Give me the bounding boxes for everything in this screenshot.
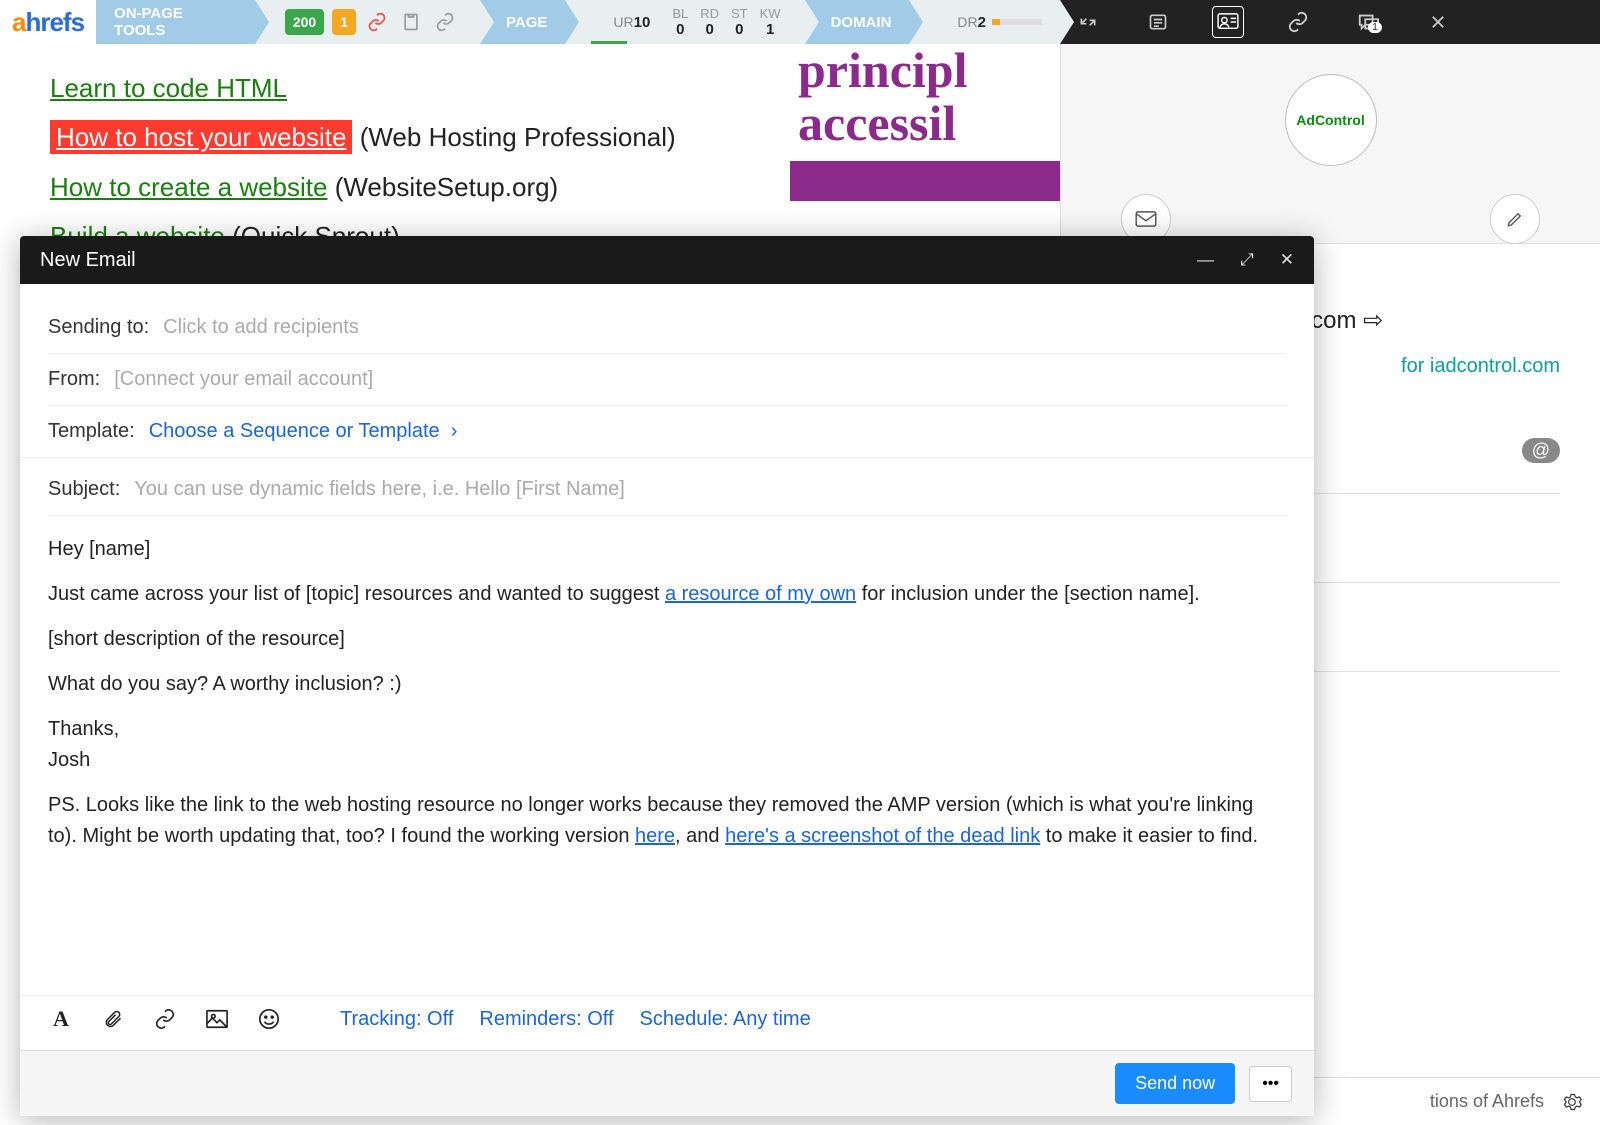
dr-label: DR xyxy=(957,14,977,30)
window-controls: — ⤢ ✕ xyxy=(1197,250,1294,270)
body-link-here[interactable]: here xyxy=(635,825,675,847)
contact-card-icon[interactable] xyxy=(1212,6,1244,38)
sending-to-row[interactable]: Sending to: Click to add recipients xyxy=(48,302,1286,354)
top-toolbar: ahrefs ON-PAGE TOOLS 200 1 PAGE UR10 BL0… xyxy=(0,0,1600,44)
emoji-icon[interactable] xyxy=(256,1006,282,1032)
onpage-tools-tab[interactable]: ON-PAGE TOOLS xyxy=(96,0,255,44)
body-p2: Just came across your list of [topic] re… xyxy=(48,579,1286,610)
stat-st: ST0 xyxy=(731,6,748,38)
email-pill[interactable]: @ xyxy=(1522,438,1560,463)
subject-row[interactable]: Subject: You can use dynamic fields here… xyxy=(48,464,1286,516)
format-toolbar: A Tracking: Off Reminders: Off Schedule:… xyxy=(20,995,1314,1050)
ahrefs-logo[interactable]: ahrefs xyxy=(0,7,96,38)
ur-value: 10 xyxy=(634,14,651,31)
image-icon[interactable] xyxy=(204,1006,230,1032)
body-p6: PS. Looks like the link to the web hosti… xyxy=(48,790,1286,852)
badge-200: 200 xyxy=(285,9,324,35)
toolbar-left: ahrefs ON-PAGE TOOLS 200 1 PAGE UR10 BL0… xyxy=(0,0,1060,44)
compress-icon[interactable] xyxy=(1072,6,1104,38)
onpage-stats-segment: 200 1 xyxy=(255,0,480,44)
gear-icon[interactable] xyxy=(1562,1092,1582,1112)
from-placeholder: [Connect your email account] xyxy=(114,368,373,391)
status-right: tions of Ahrefs xyxy=(1430,1091,1544,1112)
sending-to-label: Sending to: xyxy=(48,316,149,339)
link-2[interactable]: How to create a website xyxy=(50,172,327,202)
toolbar-right: 1 xyxy=(1060,0,1600,44)
reminders-toggle[interactable]: Reminders: Off xyxy=(479,1008,613,1031)
link-icon[interactable] xyxy=(432,9,458,35)
chain-icon[interactable] xyxy=(1282,6,1314,38)
broken-link-icon[interactable] xyxy=(364,9,390,35)
clipboard-icon[interactable] xyxy=(398,9,424,35)
expand-icon[interactable]: ⤢ xyxy=(1240,250,1254,270)
composer-titlebar[interactable]: New Email — ⤢ ✕ xyxy=(20,236,1314,284)
dr-bar xyxy=(992,19,1042,25)
composer-footer: Send now ••• xyxy=(20,1050,1314,1116)
chat-badge: 1 xyxy=(1368,22,1382,33)
subject-wrap: Subject: You can use dynamic fields here… xyxy=(20,458,1314,516)
composer-body[interactable]: Hey [name] Just came across your list of… xyxy=(20,516,1314,995)
domain-stats-segment: DR2 xyxy=(909,0,1060,44)
side-banner: principl accessil xyxy=(790,44,1060,224)
dr-value: 2 xyxy=(978,14,986,31)
body-p1: Hey [name] xyxy=(48,534,1286,565)
template-label: Template: xyxy=(48,420,135,443)
list-icon[interactable] xyxy=(1142,6,1174,38)
body-p3: [short description of the resource] xyxy=(48,624,1286,655)
tracking-toggle[interactable]: Tracking: Off xyxy=(340,1008,453,1031)
from-row[interactable]: From: [Connect your email account] xyxy=(48,354,1286,406)
badge-1: 1 xyxy=(332,9,356,35)
contact-header: AdControl xyxy=(1061,44,1600,244)
link-1[interactable]: How to host your website xyxy=(50,120,352,154)
body-p5: Thanks,Josh xyxy=(48,714,1286,776)
chat-icon[interactable]: 1 xyxy=(1352,6,1384,38)
more-button[interactable]: ••• xyxy=(1249,1066,1292,1102)
sending-to-placeholder: Click to add recipients xyxy=(163,316,359,339)
ur-label: UR xyxy=(613,14,633,30)
from-label: From: xyxy=(48,368,100,391)
attachment-icon[interactable] xyxy=(100,1006,126,1032)
domain-link[interactable]: for iadcontrol.com xyxy=(1401,355,1560,377)
composer-fields: Sending to: Click to add recipients From… xyxy=(20,284,1314,457)
link-0[interactable]: Learn to code HTML xyxy=(50,73,287,103)
email-composer: New Email — ⤢ ✕ Sending to: Click to add… xyxy=(20,236,1314,1116)
font-icon[interactable]: A xyxy=(48,1006,74,1032)
body-link-screenshot[interactable]: here's a screenshot of the dead link xyxy=(725,825,1040,847)
composer-title: New Email xyxy=(40,249,136,272)
subject-label: Subject: xyxy=(48,478,120,501)
body-link-resource[interactable]: a resource of my own xyxy=(665,583,856,605)
subject-placeholder: You can use dynamic fields here, i.e. He… xyxy=(134,478,625,501)
schedule-toggle[interactable]: Schedule: Any time xyxy=(640,1008,811,1031)
stat-bl: BL0 xyxy=(672,6,688,38)
edit-icon-button[interactable] xyxy=(1490,194,1540,244)
template-row: Template: Choose a Sequence or Template … xyxy=(48,406,1286,457)
domain-tab[interactable]: DOMAIN xyxy=(805,0,910,44)
hyperlink-icon[interactable] xyxy=(152,1006,178,1032)
page-stats-segment: UR10 BL0 RD0 ST0 KW1 xyxy=(565,0,804,44)
send-button[interactable]: Send now xyxy=(1115,1063,1235,1104)
minimize-icon[interactable]: — xyxy=(1197,250,1214,270)
body-p4: What do you say? A worthy inclusion? :) xyxy=(48,669,1286,700)
stat-rd: RD0 xyxy=(700,6,719,38)
close-composer-icon[interactable]: ✕ xyxy=(1280,250,1294,270)
contact-avatar[interactable]: AdControl xyxy=(1285,74,1377,166)
close-icon[interactable] xyxy=(1422,6,1454,38)
template-link[interactable]: Choose a Sequence or Template › xyxy=(149,420,458,443)
stat-kw: KW1 xyxy=(760,6,781,38)
